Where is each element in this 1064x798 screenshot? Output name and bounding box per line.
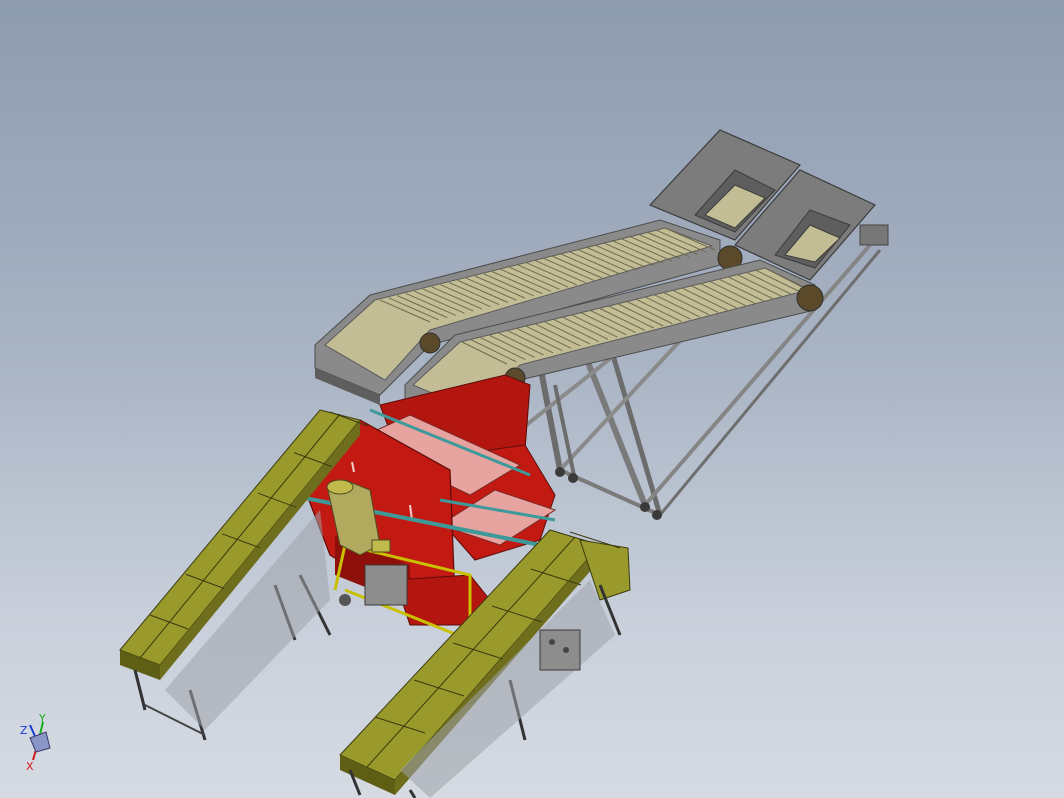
- x-axis-label: X: [26, 760, 34, 773]
- view-orientation-triad[interactable]: Z Y X: [20, 712, 51, 773]
- roller-conveyor-left[interactable]: [119, 409, 369, 741]
- z-axis-label: Z: [20, 724, 28, 737]
- y-axis-label: Y: [38, 712, 46, 725]
- conveyor-assembly-model[interactable]: Z Y X: [0, 0, 1064, 798]
- triad-cube-icon: [29, 731, 51, 753]
- cad-graphics-viewport[interactable]: Z Y X: [0, 0, 1064, 798]
